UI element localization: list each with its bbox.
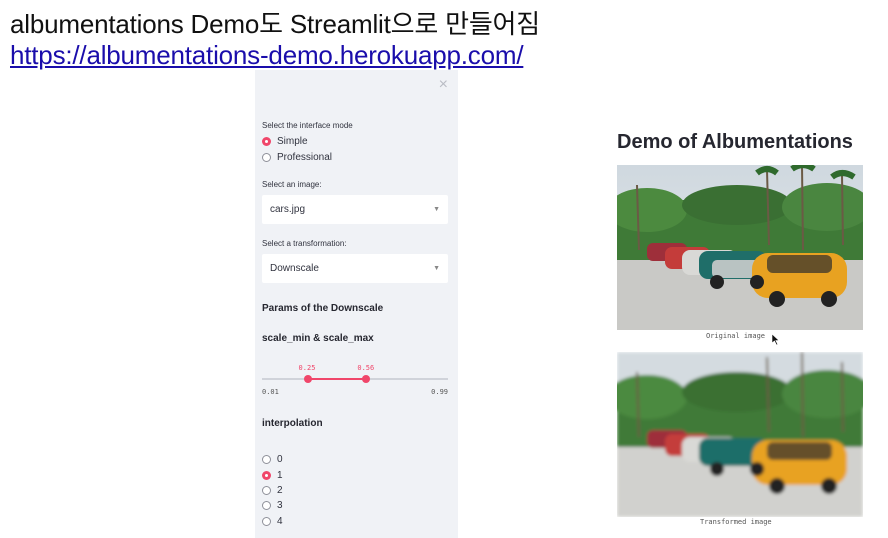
radio-label: 4 [277, 516, 283, 527]
radio-label: Simple [277, 136, 308, 147]
slider-min-label: 0.01 [262, 388, 279, 396]
interpolation-label: interpolation [262, 418, 323, 429]
radio-interp-1[interactable]: 1 [262, 470, 283, 481]
radio-unselected-icon [262, 486, 271, 495]
radio-unselected-icon [262, 455, 271, 464]
radio-unselected-icon [262, 153, 271, 162]
radio-interp-0[interactable]: 0 [262, 454, 283, 465]
radio-label: 3 [277, 500, 283, 511]
transformed-image-caption: Transformed image [700, 518, 772, 526]
slider-thumb-high[interactable] [362, 375, 371, 383]
radio-selected-icon [262, 471, 271, 480]
original-image-caption: Original image [706, 332, 766, 340]
slider-high-value: 0.56 [357, 364, 375, 372]
transformed-image [617, 352, 863, 517]
chevron-down-icon: ▼ [433, 265, 440, 272]
original-image [617, 165, 863, 330]
radio-label: Professional [277, 152, 333, 163]
slide-title: albumentations Demo도 Streamlit으로 만들어짐 [10, 9, 540, 39]
radio-label: 2 [277, 485, 283, 496]
demo-url-link[interactable]: https://albumentations-demo.herokuapp.co… [10, 40, 524, 71]
radio-label: 0 [277, 454, 283, 465]
mouse-cursor-icon [772, 334, 780, 345]
transformation-select-value: Downscale [270, 263, 319, 274]
interface-mode-label: Select the interface mode [262, 121, 353, 130]
demo-title: Demo of Albumentations [617, 131, 853, 153]
params-heading: Params of the Downscale [262, 303, 384, 314]
radio-interp-3[interactable]: 3 [262, 500, 283, 511]
radio-unselected-icon [262, 501, 271, 510]
close-icon[interactable]: × [439, 76, 448, 94]
radio-professional[interactable]: Professional [262, 152, 332, 163]
transformation-select[interactable]: Downscale ▼ [262, 254, 448, 283]
radio-interp-4[interactable]: 4 [262, 516, 283, 527]
radio-simple[interactable]: Simple [262, 136, 308, 147]
radio-label: 1 [277, 470, 283, 481]
radio-unselected-icon [262, 517, 271, 526]
sidebar: × Select the interface mode Simple Profe… [255, 70, 458, 538]
chevron-down-icon: ▼ [433, 206, 440, 213]
transformation-select-label: Select a transformation: [262, 239, 347, 248]
slider-label: scale_min & scale_max [262, 333, 374, 344]
image-select-label: Select an image: [262, 180, 322, 189]
image-select[interactable]: cars.jpg ▼ [262, 195, 448, 224]
radio-selected-icon [262, 137, 271, 146]
slider-max-label: 0.99 [431, 388, 448, 396]
slider-low-value: 0.25 [298, 364, 316, 372]
radio-interp-2[interactable]: 2 [262, 485, 283, 496]
range-slider[interactable] [262, 375, 448, 383]
slider-fill [307, 378, 367, 380]
image-select-value: cars.jpg [270, 204, 306, 215]
slider-thumb-low[interactable] [303, 375, 312, 383]
